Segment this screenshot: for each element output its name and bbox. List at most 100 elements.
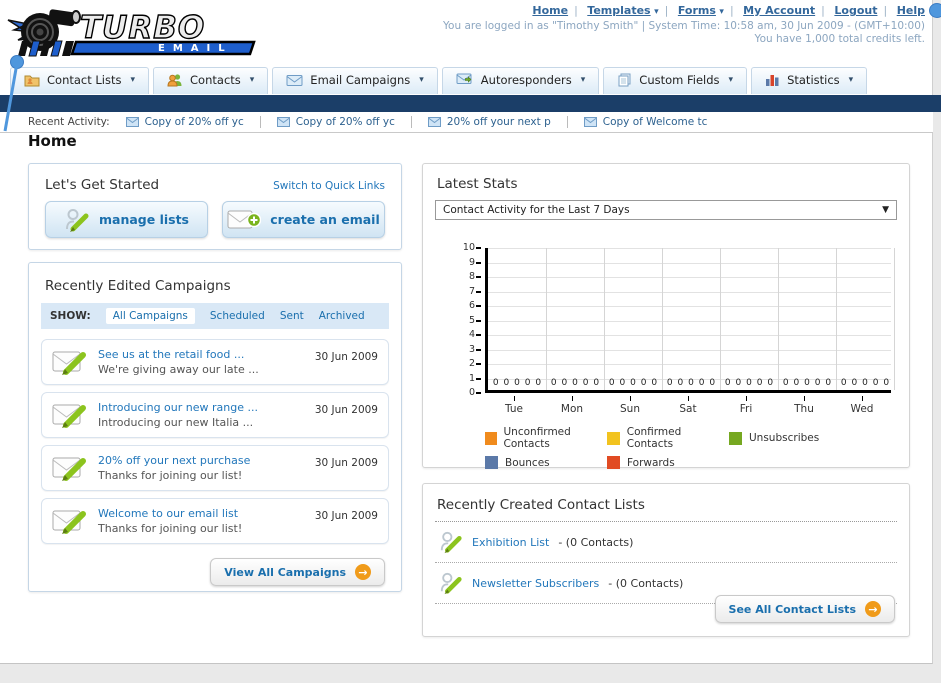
tab-autoresponders[interactable]: Autoresponders ▾ [441,67,600,94]
campaign-list: See us at the retail food ... We're givin… [41,339,389,544]
person-pencil-icon [440,531,462,554]
page-title: Home [28,132,77,150]
chevron-down-icon: ▾ [130,75,136,85]
chart-y-axis: 0 1 2 3 4 5 6 7 8 9 10 [453,243,483,398]
tab-contact-lists[interactable]: Contact Lists ▾ [10,67,150,94]
folder-icon [24,75,40,87]
campaign-date: 30 Jun 2009 [314,351,378,363]
header-link-my-account[interactable]: My Account [743,4,815,17]
campaign-row[interactable]: See us at the retail food ... We're givin… [41,339,389,385]
chevron-down-icon: ▾ [580,75,586,85]
show-label: SHOW: [50,310,91,322]
header-links: Home | Templates ▾ | Forms ▾ | My Account | … [532,4,925,17]
legend-swatch [729,431,742,445]
legend-item: Forwards [607,456,729,469]
see-all-contact-lists-button[interactable]: See All Contact Lists → [714,595,895,623]
header-link-logout[interactable]: Logout [834,4,877,17]
tab-statistics[interactable]: Statistics ▾ [751,67,868,94]
campaign-row[interactable]: 20% off your next purchase Thanks for joi… [41,445,389,491]
turbo-email-dashboard: TURBO EMAIL Home | Templates ▾ | Forms ▾ | … [0,0,941,683]
envelope-icon [583,117,597,127]
campaign-date: 30 Jun 2009 [314,457,378,469]
chart-plot: 00000000000000000000000000000000000 [485,248,895,393]
campaign-date: 30 Jun 2009 [314,404,378,416]
latest-stats-title: Latest Stats [437,176,518,192]
campaign-row[interactable]: Welcome to our email list Thanks for join… [41,498,389,544]
envelope-pencil-icon [52,351,86,375]
nav-divider-bar [0,95,941,112]
person-pencil-icon [66,208,89,232]
manage-lists-button[interactable]: manage lists [45,201,208,238]
filter-scheduled[interactable]: Scheduled [210,310,265,322]
campaigns-panel: Recently Edited Campaigns SHOW: All Camp… [28,262,402,592]
annotation-dot-help [929,3,941,18]
arrow-right-icon: → [865,601,881,617]
header-link-home[interactable]: Home [532,4,568,17]
create-email-button[interactable]: create an email [222,201,385,238]
person-pencil-icon [440,572,462,595]
recent-activity-bar: Recent Activity: Copy of 20% off yc Copy… [0,112,933,133]
get-started-panel: Let's Get Started Switch to Quick Links … [28,163,402,250]
chart-x-axis: Tue Mon Sun Sat Fri Thu Wed [485,396,891,420]
tab-contacts[interactable]: Contacts ▾ [153,67,269,94]
credits-info: You have 1,000 total credits left. [754,33,925,45]
contact-list-item[interactable]: Exhibition List - (0 Contacts) [435,522,897,563]
envelope-plus-icon [227,210,262,228]
switch-quick-links[interactable]: Switch to Quick Links [273,180,385,192]
tab-custom-fields[interactable]: Custom Fields ▾ [603,67,748,94]
brand-line1: TURBO [80,10,205,46]
envelope-icon [427,117,441,127]
header-link-help[interactable]: Help [897,4,925,17]
envelope-icon [125,117,139,127]
legend-item: Bounces [485,456,607,469]
bar-chart-icon [766,75,779,86]
envelope-pencil-icon [52,404,86,428]
contact-lists-panel: Recently Created Contact Lists Exhibitio… [422,483,910,637]
header-link-forms[interactable]: Forms [678,4,716,17]
pages-icon [618,73,631,87]
contact-list-link[interactable]: Exhibition List [472,536,549,549]
brand-line2: EMAIL [158,43,233,54]
login-info: You are logged in as "Timothy Smith" | S… [443,20,925,32]
chevron-down-icon: ▾ [654,7,659,17]
legend-item: Unsubscribes [729,426,819,450]
recent-activity-item[interactable]: Copy of Welcome tc [583,116,707,128]
chevron-down-icon: ▾ [728,75,734,85]
envelope-pencil-icon [52,457,86,481]
tab-label: Contacts [190,73,241,87]
chart-legend: Unconfirmed Contacts Confirmed Contacts Un… [485,426,819,469]
tab-label: Autoresponders [480,73,572,87]
chevron-down-icon: ▾ [419,75,424,85]
tab-label: Contact Lists [47,73,122,87]
filter-archived[interactable]: Archived [319,310,365,322]
chevron-down-icon: ▾ [719,7,724,17]
recent-activity-item[interactable]: 20% off your next p [427,116,551,128]
filter-sent[interactable]: Sent [280,310,304,322]
envelope-arrow-icon [456,73,472,84]
people-icon [167,74,182,87]
filter-all-campaigns[interactable]: All Campaigns [105,308,195,324]
contact-list-link[interactable]: Newsletter Subscribers [472,577,599,590]
chevron-down-icon: ▾ [848,75,854,85]
tab-label: Statistics [787,73,840,87]
view-all-campaigns-button[interactable]: View All Campaigns → [210,558,385,586]
chevron-down-icon: ▾ [249,75,255,85]
legend-item: Confirmed Contacts [607,426,729,450]
stats-period-select[interactable]: Contact Activity for the Last 7 Days ▼ [435,200,897,220]
tab-label: Custom Fields [639,73,720,87]
latest-stats-panel: Latest Stats Contact Activity for the La… [422,163,910,469]
envelope-pencil-icon [52,510,86,534]
legend-item: Unconfirmed Contacts [485,426,607,450]
campaign-row[interactable]: Introducing our new range ... Introducing… [41,392,389,438]
contact-activity-chart: 0 1 2 3 4 5 6 7 8 9 10 000000000000000000000000000… [435,243,905,428]
get-started-title: Let's Get Started [45,177,160,193]
tab-email-campaigns[interactable]: Email Campaigns ▾ [272,67,438,94]
envelope-icon [276,117,290,127]
recent-activity-label: Recent Activity: [28,116,110,128]
legend-swatch [607,431,620,445]
main-nav: Contact Lists ▾ Contacts ▾ Email Campaigns… [10,67,868,94]
envelope-icon [286,74,303,86]
recent-activity-item[interactable]: Copy of 20% off yc [125,116,244,128]
header-link-templates[interactable]: Templates [587,4,650,17]
recent-activity-item[interactable]: Copy of 20% off yc [276,116,395,128]
